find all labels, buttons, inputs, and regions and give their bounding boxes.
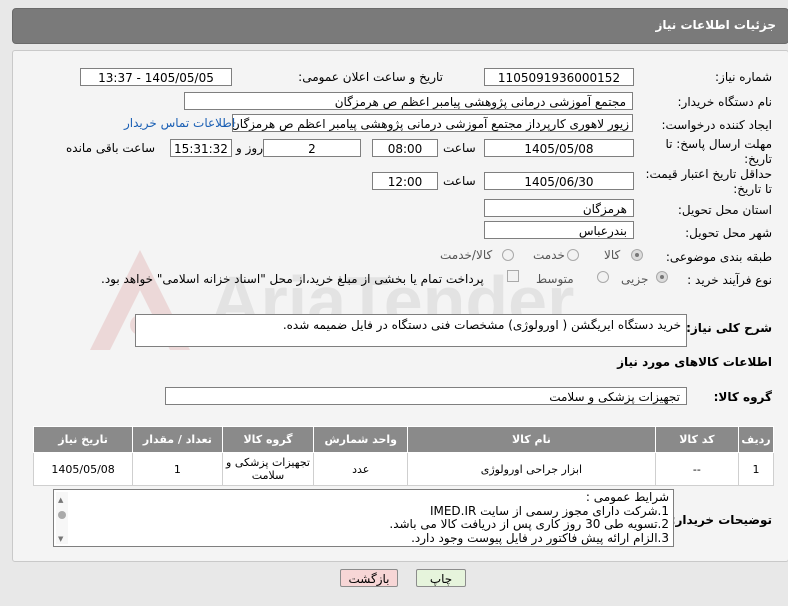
process-radio-medium[interactable] bbox=[597, 271, 609, 283]
buyer-notes-line: شرایط عمومی : bbox=[585, 490, 669, 504]
description-text: خرید دستگاه ایریگشن ( اورولوژی) مشخصات ف… bbox=[282, 318, 681, 332]
cell-qty: 1 bbox=[132, 452, 223, 486]
category-radio-service[interactable] bbox=[567, 249, 579, 261]
cell-group: تجهیزات پزشکی و سلامت bbox=[221, 452, 315, 486]
price-validity-date: 1405/06/30 bbox=[484, 172, 634, 190]
category-option-service: خدمت bbox=[533, 248, 565, 262]
contact-info-link[interactable]: اطلاعات تماس خریدار bbox=[124, 116, 235, 130]
description-label: شرح کلی نیاز: bbox=[686, 321, 772, 335]
buyer-org-label: نام دستگاه خریدار: bbox=[677, 95, 773, 109]
buyer-org-value: مجتمع آموزشی درمانی پژوهشی پیامبر اعظم ص… bbox=[184, 92, 633, 110]
category-radio-goods-service[interactable] bbox=[502, 249, 514, 261]
announce-label: تاریخ و ساعت اعلان عمومی: bbox=[298, 70, 443, 84]
scrollbar[interactable]: ▲ ▼ bbox=[56, 492, 68, 544]
process-label: نوع فرآیند خرید : bbox=[687, 273, 772, 287]
goods-group-label: گروه کالا: bbox=[713, 390, 772, 404]
cell-row: 1 bbox=[738, 452, 774, 486]
items-table: ردیف کد کالا نام کالا واحد شمارش گروه کا… bbox=[32, 426, 774, 486]
deadline-time: 08:00 bbox=[372, 139, 438, 157]
price-validity-time-label: ساعت bbox=[443, 174, 476, 188]
treasury-payment-checkbox[interactable] bbox=[507, 270, 519, 282]
treasury-payment-note: پرداخت تمام یا بخشی از مبلغ خرید،از محل … bbox=[101, 272, 484, 286]
price-validity-time: 12:00 bbox=[372, 172, 438, 190]
cell-date: 1405/05/08 bbox=[32, 452, 134, 486]
col-qty-header: تعداد / مقدار bbox=[132, 426, 223, 453]
page-title: جزئیات اطلاعات نیاز bbox=[655, 18, 776, 32]
back-button[interactable]: بازگشت bbox=[340, 569, 398, 587]
need-number-value: 1105091936000152 bbox=[484, 68, 634, 86]
col-date-header: تاریخ نیاز bbox=[32, 426, 134, 453]
requester-value: زیور لاهوری کارپرداز مجتمع آموزشی درمانی… bbox=[232, 114, 633, 132]
days-label: روز و bbox=[236, 141, 263, 155]
items-table-header: ردیف کد کالا نام کالا واحد شمارش گروه کا… bbox=[32, 426, 774, 453]
need-number-label: شماره نیاز: bbox=[715, 70, 772, 84]
print-button[interactable]: چاپ bbox=[416, 569, 466, 587]
city-label: شهر محل تحویل: bbox=[685, 226, 772, 240]
process-radio-minor[interactable] bbox=[656, 271, 668, 283]
province-value: هرمزگان bbox=[484, 199, 634, 217]
scroll-down-icon[interactable]: ▼ bbox=[58, 533, 63, 547]
description-textarea[interactable]: خرید دستگاه ایریگشن ( اورولوژی) مشخصات ف… bbox=[135, 314, 687, 347]
price-validity-label-1: حداقل تاریخ اعتبار قیمت: bbox=[645, 167, 772, 181]
col-unit-header: واحد شمارش bbox=[313, 426, 409, 453]
scroll-thumb[interactable] bbox=[58, 511, 66, 519]
cell-name: ابزار جراحی اورولوژی bbox=[407, 452, 656, 486]
cell-code: -- bbox=[654, 452, 740, 486]
buyer-notes-textarea[interactable]: شرایط عمومی : 1.شرکت دارای مجوز رسمی از … bbox=[53, 489, 674, 547]
col-row-header: ردیف bbox=[738, 426, 774, 453]
remaining-time: 15:31:32 bbox=[170, 139, 232, 157]
process-option-minor: جزیی bbox=[621, 272, 649, 286]
goods-info-title: اطلاعات کالاهای مورد نیاز bbox=[617, 355, 772, 369]
province-label: استان محل تحویل: bbox=[677, 203, 772, 217]
category-option-goods-service: کالا/خدمت bbox=[440, 248, 493, 262]
process-option-medium: متوسط bbox=[536, 272, 574, 286]
scroll-up-icon[interactable]: ▲ bbox=[58, 494, 63, 508]
category-label: طبقه بندی موضوعی: bbox=[665, 250, 772, 264]
city-value: بندرعباس bbox=[484, 221, 634, 239]
table-row: 1 -- ابزار جراحی اورولوژی عدد تجهیزات پز… bbox=[32, 452, 774, 486]
buyer-notes-line: 1.شرکت دارای مجوز رسمی از سایت IMED.IR bbox=[429, 503, 669, 518]
buyer-notes-label: توضیحات خریدار: bbox=[670, 513, 772, 527]
buyer-notes-line: 3.الزام ارائه پیش فاکتور در فایل پیوست و… bbox=[411, 530, 669, 545]
category-option-goods: کالا bbox=[604, 248, 621, 262]
cell-unit: عدد bbox=[313, 452, 409, 486]
col-code-header: کد کالا bbox=[654, 426, 740, 453]
category-radio-goods[interactable] bbox=[631, 249, 643, 261]
deadline-label-1: مهلت ارسال پاسخ: تا bbox=[665, 137, 772, 151]
days-value: 2 bbox=[263, 139, 361, 157]
col-group-header: گروه کالا bbox=[221, 426, 315, 453]
remaining-label: ساعت باقی مانده bbox=[66, 141, 156, 155]
page-header: جزئیات اطلاعات نیاز bbox=[12, 8, 788, 44]
goods-group-value: تجهیزات پزشکی و سلامت bbox=[165, 387, 687, 405]
price-validity-label-2: تا تاریخ: bbox=[733, 182, 772, 196]
deadline-label-2: تاریخ: bbox=[744, 152, 772, 166]
announce-value: 1405/05/05 - 13:37 bbox=[80, 68, 232, 86]
requester-label: ایجاد کننده درخواست: bbox=[661, 118, 772, 132]
deadline-date: 1405/05/08 bbox=[484, 139, 634, 157]
buyer-notes-line: 2.تسویه طی 30 روز کاری پس از دریافت کالا… bbox=[389, 517, 669, 531]
deadline-time-label: ساعت bbox=[443, 141, 476, 155]
col-name-header: نام کالا bbox=[407, 426, 656, 453]
